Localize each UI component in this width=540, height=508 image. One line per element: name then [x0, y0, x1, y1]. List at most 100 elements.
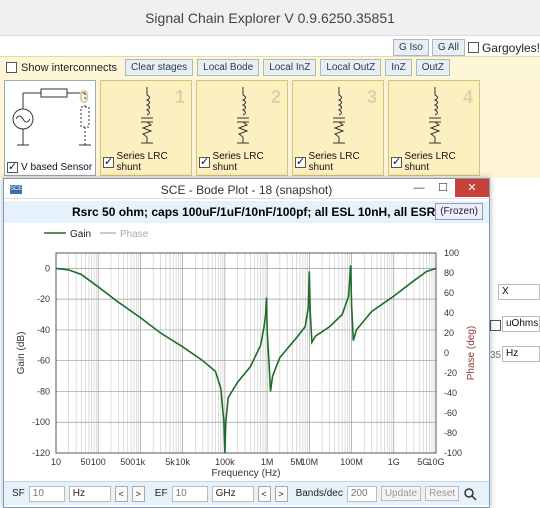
- bands-per-decade-input[interactable]: 200: [346, 485, 377, 502]
- uohms-unit[interactable]: uOhms: [502, 316, 540, 332]
- minimize-icon[interactable]: —: [407, 179, 431, 197]
- ef-next-button[interactable]: >: [274, 485, 288, 502]
- phase-tick-label: -100: [444, 448, 462, 458]
- gain-tick-label: -60: [37, 356, 50, 366]
- hz-unit[interactable]: Hz: [502, 346, 540, 362]
- phase-tick-label: 60: [444, 288, 454, 298]
- ef-prev-button[interactable]: <: [257, 485, 271, 502]
- frequency-tick-label: 50: [81, 457, 91, 467]
- property-checkbox[interactable]: [490, 320, 501, 331]
- legend-gain-label[interactable]: Gain: [70, 229, 91, 240]
- search-icon[interactable]: [463, 487, 477, 501]
- outz-button[interactable]: OutZ: [415, 59, 450, 76]
- top-toolbar: G Iso G All Gargoyles!: [392, 38, 540, 57]
- stage-3-label: Series LRC shunt: [308, 151, 360, 173]
- phase-axis-ticks: 100 80 60 40 20 0 -20 -40 -60 -80 -100: [444, 248, 462, 458]
- bode-chart: Gain Phase 0-20-40-60-80-100-120 1008060…: [16, 229, 477, 479]
- stage-1[interactable]: 1 Series LRC shunt: [100, 80, 192, 176]
- phase-tick-label: 80: [444, 268, 454, 278]
- background-properties-panel: X uOhms 35 Hz: [490, 280, 540, 380]
- g-iso-button[interactable]: G Iso: [392, 39, 429, 56]
- reset-button[interactable]: Reset: [425, 486, 460, 501]
- frequency-tick-label: 5k: [165, 457, 175, 467]
- start-frequency-unit-select[interactable]: Hz: [68, 485, 111, 502]
- gain-tick-label: -80: [37, 386, 50, 396]
- stage-strip: 0 V based Sensor 1 Series LRC shunt: [0, 78, 540, 178]
- gargoyles-checkbox[interactable]: [467, 42, 479, 53]
- g-all-button[interactable]: G All: [431, 39, 465, 56]
- stage-2-checkbox[interactable]: [199, 155, 210, 168]
- local-inz-button[interactable]: Local InZ: [263, 59, 317, 76]
- bode-plot-window: SCE SCE - Bode Plot - 18 (snapshot) — ☐ …: [3, 178, 490, 508]
- frozen-button[interactable]: (Frozen): [435, 203, 483, 220]
- gain-tick-label: -120: [32, 448, 50, 458]
- stage-1-checkbox[interactable]: [103, 155, 114, 168]
- inz-button[interactable]: InZ: [385, 59, 412, 76]
- chart-grid: [55, 253, 436, 454]
- stage-2[interactable]: 2 Series LRC shunt: [196, 80, 288, 176]
- app-title: Signal Chain Explorer V 0.9.6250.35851: [145, 10, 395, 26]
- phase-tick-label: -20: [444, 368, 457, 378]
- gain-axis-label: Gain (dB): [16, 332, 27, 375]
- phase-tick-label: -40: [444, 388, 457, 398]
- plot-frame: [55, 252, 437, 454]
- frequency-tick-label: 1k: [136, 457, 146, 467]
- stage-0-checkbox[interactable]: [7, 160, 18, 173]
- ef-label: EF: [154, 488, 168, 499]
- frequency-tick-label: 100k: [215, 457, 235, 467]
- end-frequency-unit-select[interactable]: GHz: [211, 485, 254, 502]
- stage-4[interactable]: 4 Series LRC shunt: [388, 80, 480, 176]
- gain-tick-label: -40: [37, 325, 50, 335]
- frequency-tick-label: 1G: [388, 457, 400, 467]
- update-button[interactable]: Update: [380, 486, 422, 501]
- stage-3-checkbox[interactable]: [295, 155, 306, 168]
- phase-tick-label: 20: [444, 328, 454, 338]
- show-interconnects-label: Show interconnects: [21, 61, 117, 74]
- bode-header: Rsrc 50 ohm; caps 100uF/1uF/10nF/100pf; …: [4, 201, 489, 223]
- stage-0[interactable]: 0 V based Sensor: [4, 80, 96, 176]
- frequency-tick-label: 100: [91, 457, 106, 467]
- x-axis-label: Frequency (Hz): [212, 468, 281, 479]
- local-bode-button[interactable]: Local Bode: [197, 59, 260, 76]
- stage-3[interactable]: 3 Series LRC shunt: [292, 80, 384, 176]
- end-frequency-input[interactable]: 10: [171, 485, 208, 502]
- sf-prev-button[interactable]: <: [114, 485, 128, 502]
- stage-0-label: V based Sensor: [21, 162, 93, 173]
- partial-value: 35: [490, 350, 502, 361]
- chart-legend: Gain Phase: [44, 229, 149, 240]
- phase-tick-label: 100: [444, 248, 459, 258]
- stage-number: 0: [78, 87, 89, 107]
- phase-tick-label: -60: [444, 408, 457, 418]
- stage-number: 2: [270, 87, 281, 107]
- maximize-icon[interactable]: ☐: [431, 179, 455, 197]
- gain-tick-label: -100: [32, 417, 50, 427]
- sf-next-button[interactable]: >: [131, 485, 145, 502]
- phase-tick-label: 0: [444, 348, 449, 358]
- gain-tick-label: -20: [37, 294, 50, 304]
- frequency-tick-label: 10G: [427, 457, 444, 467]
- gain-tick-label: 0: [45, 263, 50, 273]
- start-frequency-input[interactable]: 10: [28, 485, 65, 502]
- clear-stages-button[interactable]: Clear stages: [125, 59, 194, 76]
- local-outz-button[interactable]: Local OutZ: [320, 59, 382, 76]
- gargoyles-toggle[interactable]: Gargoyles!: [467, 41, 540, 55]
- stage-number: 3: [366, 87, 377, 107]
- legend-phase-label[interactable]: Phase: [120, 229, 149, 240]
- show-interconnects-toggle[interactable]: Show interconnects: [6, 62, 117, 74]
- stage-4-label: Series LRC shunt: [404, 151, 456, 173]
- show-interconnects-checkbox[interactable]: [6, 62, 17, 73]
- frequency-tick-label: 100M: [340, 457, 363, 467]
- phase-tick-label: 40: [444, 308, 454, 318]
- frequency-tick-label: 10: [51, 457, 61, 467]
- frequency-tick-label: 1M: [261, 457, 274, 467]
- close-icon[interactable]: ✕: [455, 179, 489, 197]
- gain-series-line: [55, 265, 437, 454]
- frequency-tick-label: 10k: [175, 457, 190, 467]
- phase-tick-label: -80: [444, 428, 457, 438]
- x-button[interactable]: X: [498, 284, 540, 300]
- phase-axis-label: Phase (deg): [466, 326, 477, 380]
- stage-4-checkbox[interactable]: [391, 155, 402, 168]
- stage-number: 1: [174, 87, 185, 107]
- app-titlebar: Signal Chain Explorer V 0.9.6250.35851: [0, 0, 540, 36]
- frequency-axis-ticks: 10 50 100 500 1k 5k 10k 100k 1M 5M10M 100M 1G 5G10G: [51, 457, 445, 467]
